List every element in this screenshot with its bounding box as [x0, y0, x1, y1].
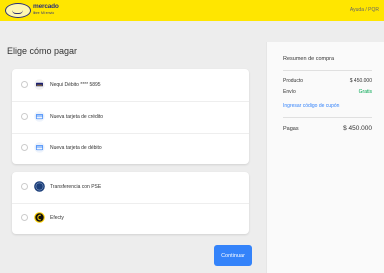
shipping-label: Envío — [283, 89, 296, 95]
continue-button[interactable]: Continuar — [214, 245, 252, 266]
product-label: Producto — [283, 78, 304, 84]
coupon-code-link[interactable]: Ingresar código de cupón — [283, 103, 339, 109]
mercadolibre-logo[interactable]: mercado libre Mi envío — [5, 3, 65, 18]
payment-option-efecty[interactable]: Efecty — [12, 203, 249, 234]
other-payment-methods-card: Transferencia con PSE Efecty — [12, 172, 249, 234]
payment-option-label: Nequi Débito **** 5895 — [50, 82, 101, 88]
logo-tagline: Mi envío — [41, 11, 55, 15]
radio-button[interactable] — [21, 214, 28, 221]
help-link[interactable]: Ayuda / PQR — [350, 7, 379, 13]
payment-methods-card: Nequi Débito **** 5895 Nueva tarjeta de … — [12, 69, 249, 164]
divider — [283, 117, 372, 118]
visa-card-icon — [34, 79, 45, 90]
summary-title: Resumen de compra — [283, 56, 335, 62]
pse-icon — [34, 181, 45, 192]
logo-text-line1: mercado — [33, 3, 59, 10]
radio-button[interactable] — [21, 81, 28, 88]
payment-option-credit-card[interactable]: Nueva tarjeta de crédito — [12, 102, 249, 133]
total-label: Pagas — [283, 126, 299, 132]
efecty-icon — [34, 212, 45, 223]
product-price: $ 450.000 — [349, 78, 372, 84]
payment-option-label: Nueva tarjeta de débito — [50, 145, 102, 151]
page-title: Elige cómo pagar — [7, 46, 78, 56]
payment-option-pse[interactable]: Transferencia con PSE — [12, 172, 249, 203]
top-header: mercado libre Mi envío Ayuda / PQR — [0, 0, 384, 21]
logo-text-line2: libre Mi envío — [33, 10, 54, 16]
payment-option-debit-card[interactable]: Nueva tarjeta de débito — [12, 133, 249, 164]
credit-card-icon — [34, 111, 45, 122]
shipping-value: Gratis — [358, 89, 372, 95]
divider — [283, 70, 372, 71]
handshake-logo-icon — [5, 3, 31, 18]
payment-option-label: Transferencia con PSE — [50, 184, 102, 190]
radio-button[interactable] — [21, 144, 28, 151]
logo-text-brand: libre — [33, 11, 40, 15]
debit-card-icon — [34, 142, 45, 153]
purchase-summary-panel: Resumen de compra Producto $ 450.000 Env… — [266, 42, 384, 273]
payment-option-nequi[interactable]: Nequi Débito **** 5895 — [12, 70, 249, 101]
payment-option-label: Nueva tarjeta de crédito — [50, 114, 104, 120]
radio-button[interactable] — [21, 113, 28, 120]
payment-option-label: Efecty — [50, 215, 64, 221]
radio-button[interactable] — [21, 183, 28, 190]
total-price: $ 450.000 — [343, 125, 372, 132]
